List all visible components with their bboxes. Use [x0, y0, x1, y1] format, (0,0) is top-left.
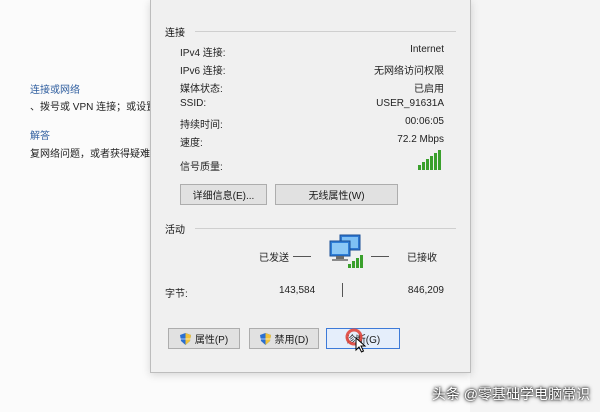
troubleshoot-link[interactable]: 解答: [30, 127, 50, 142]
received-dash: [371, 256, 389, 257]
wifi-status-dialog: 连接 IPv4 连接: Internet IPv6 连接: 无网络访问权限 媒体…: [150, 0, 471, 373]
ipv6-value: 无网络访问权限: [374, 66, 444, 77]
uac-shield-icon: [259, 332, 271, 345]
ssid-value: USER_91631A: [376, 98, 444, 109]
duration-label: 持续时间:: [180, 120, 223, 131]
bytes-received-value: 846,209: [407, 285, 444, 296]
properties-button-label: 属性(P): [194, 335, 229, 346]
properties-button[interactable]: 属性(P): [168, 328, 240, 349]
activity-group-title: 活动: [165, 225, 185, 236]
bytes-separator: [342, 283, 343, 297]
media-state-label: 媒体状态:: [180, 84, 223, 95]
activity-group-line: [195, 228, 456, 229]
speed-value: 72.2 Mbps: [397, 134, 444, 145]
bytes-sent-value: 143,584: [279, 285, 316, 296]
network-computer-icon: [326, 233, 368, 271]
media-state-value: 已启用: [414, 84, 444, 95]
disable-button-label: 禁用(D): [274, 335, 309, 346]
connection-group-title: 连接: [165, 28, 185, 39]
ipv4-value: Internet: [410, 44, 444, 55]
ssid-label: SSID:: [180, 98, 207, 109]
ipv4-label: IPv4 连接:: [180, 48, 226, 59]
received-label: 已接收: [407, 253, 437, 264]
signal-strength-icon: [418, 150, 442, 170]
signal-quality-label: 信号质量:: [180, 162, 223, 173]
mouse-cursor-icon: [355, 336, 367, 353]
set-up-connection-description: 、拨号或 VPN 连接；或设置: [30, 102, 152, 113]
sent-dash: [293, 256, 311, 257]
bytes-label: 字节:: [165, 289, 188, 300]
ipv6-label: IPv6 连接:: [180, 66, 226, 77]
duration-value: 00:06:05: [405, 116, 444, 127]
background-right-area: [470, 0, 600, 412]
wireless-properties-button[interactable]: 无线属性(W): [275, 184, 398, 205]
speed-label: 速度:: [180, 138, 203, 149]
uac-shield-icon: [179, 332, 191, 345]
connection-group-line: [195, 31, 456, 32]
set-up-connection-link[interactable]: 连接或网络: [30, 81, 80, 96]
sent-label: 已发送: [259, 253, 289, 264]
disable-button[interactable]: 禁用(D): [249, 328, 319, 349]
watermark: 头条 @零基础学电脑常识: [431, 386, 590, 402]
details-button[interactable]: 详细信息(E)...: [180, 184, 267, 205]
troubleshoot-description: 复网络问题，或者获得疑难解: [30, 149, 152, 160]
